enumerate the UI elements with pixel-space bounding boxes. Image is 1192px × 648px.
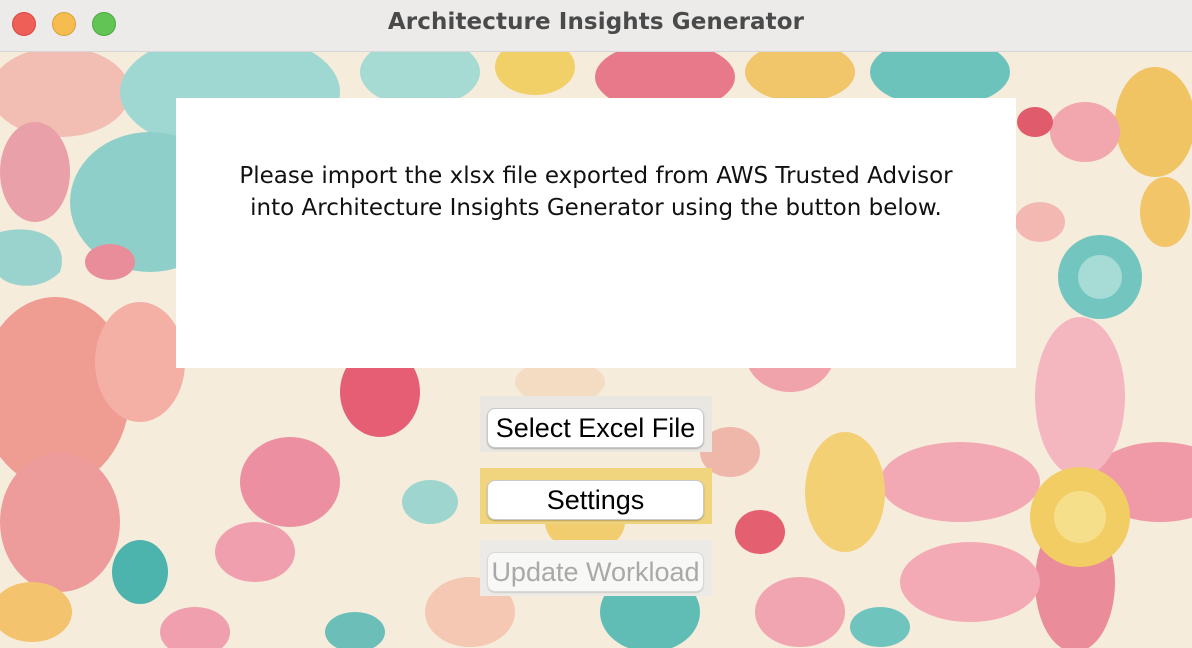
- instructions-panel: Please import the xlsx file exported fro…: [176, 98, 1016, 368]
- title-bar: Architecture Insights Generator: [0, 0, 1192, 52]
- select-excel-button-frame: Select Excel File: [480, 396, 712, 452]
- select-excel-file-button[interactable]: Select Excel File: [487, 408, 704, 448]
- window-title: Architecture Insights Generator: [387, 9, 805, 35]
- instructions-text: Please import the xlsx file exported fro…: [239, 163, 953, 221]
- update-workload-button-frame: Update Workload: [480, 540, 712, 596]
- settings-button-frame: Settings: [480, 468, 712, 524]
- app-window: Architecture Insights Generator Please i…: [0, 0, 1192, 648]
- settings-button[interactable]: Settings: [487, 480, 704, 520]
- update-workload-button[interactable]: Update Workload: [487, 552, 704, 592]
- main-content: Please import the xlsx file exported fro…: [0, 52, 1192, 648]
